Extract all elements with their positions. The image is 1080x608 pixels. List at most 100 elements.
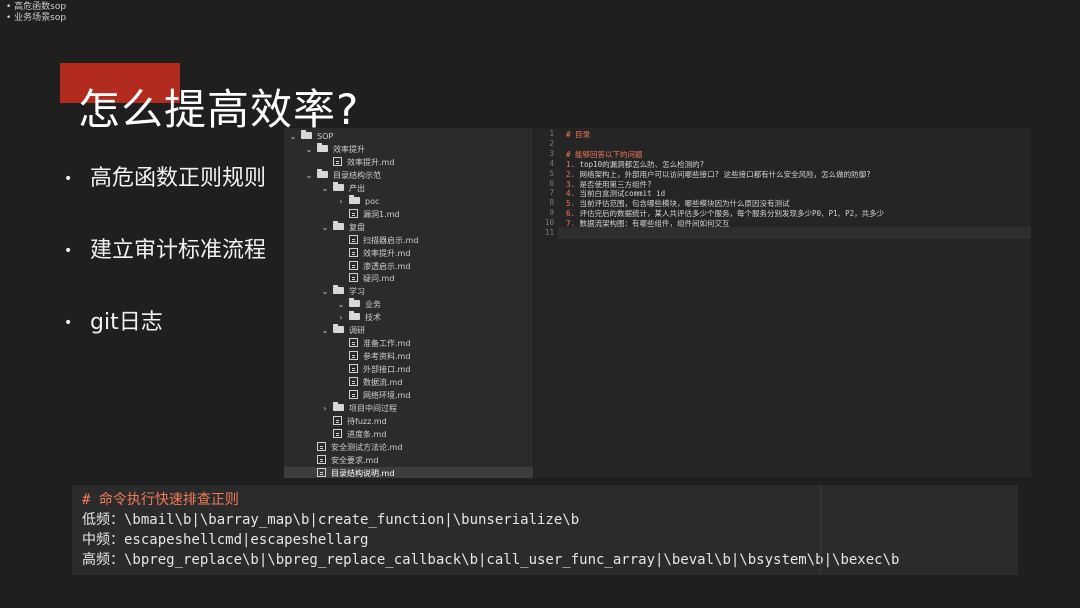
regex-code-block: # 命令执行快速排查正则 低频：\bmail\b|\barray_map\b|c… (72, 485, 1018, 575)
chevron-down-icon[interactable]: ⌄ (288, 130, 298, 143)
tree-file-item[interactable]: 进度条.md (284, 428, 533, 441)
tree-item-label: 待fuzz.md (347, 416, 387, 426)
tree-item-label: 学习 (349, 287, 365, 297)
tree-file-item[interactable]: 待fuzz.md (284, 415, 533, 428)
file-icon (349, 247, 358, 257)
tree-item-label: 效率提升 (333, 144, 365, 154)
bullet-item: • 高危函数正则规则 (64, 160, 266, 192)
line-number-gutter: 1 2 3 4 5 6 7 8 9 10 11 (534, 128, 558, 478)
bullet-text: 建立审计标准流程 (90, 238, 267, 263)
tree-file-item[interactable]: 扫描器启示.md (284, 234, 533, 247)
bullet-dot-icon: • (64, 243, 73, 259)
tree-folder-item[interactable]: › poc (284, 194, 533, 208)
folder-icon (333, 220, 344, 230)
tree-item-label: 安全测试方法论.md (331, 442, 403, 452)
file-icon (317, 454, 326, 464)
bullet-item: • 建立审计标准流程 (64, 232, 266, 264)
line-number: 3 (549, 148, 554, 158)
file-icon (349, 260, 358, 270)
chevron-down-icon[interactable]: ⌄ (320, 221, 330, 234)
tree-file-item[interactable]: 疑问.md (284, 272, 533, 285)
line-number: 11 (544, 228, 554, 237)
tree-item-label: 参考资料.md (363, 352, 411, 362)
tree-file-item[interactable]: 准备工作.md (284, 337, 533, 350)
file-icon (317, 441, 326, 451)
file-icon (317, 467, 326, 477)
tree-item-label: 目录结构说明.md (331, 468, 395, 478)
tree-file-item[interactable]: 渗透启示.md (284, 260, 533, 273)
list-text: 当前白盒测试commit id (575, 189, 666, 199)
line-number: 8 (549, 198, 554, 208)
tree-item-label: 安全要求.md (331, 455, 379, 465)
file-icon (349, 351, 358, 361)
list-text: 评估完后的数据统计，某人共评估多少个服务，每个服务分别发现多少P0、P1、P2，… (575, 209, 885, 219)
tree-folder-item[interactable]: ⌄ 效率提升 (284, 142, 533, 156)
chevron-down-icon[interactable]: ⌄ (304, 143, 314, 156)
file-icon (349, 273, 358, 283)
tree-file-item[interactable]: 网络环境.md (284, 389, 533, 402)
tree-file-item[interactable]: 参考资料.md (284, 350, 533, 363)
tree-item-label: 数据流.md (363, 378, 403, 388)
tree-folder-item[interactable]: ⌄ 学习 (284, 285, 533, 298)
tree-item-label: 进度条.md (347, 429, 387, 439)
file-icon (349, 377, 358, 387)
speaker-notes: 高危函数sop 业务场景sop (6, 2, 66, 24)
code-line: 7. 数据流架构图：有哪些组件，组件间如何交互 (566, 218, 730, 229)
line-number: 1 (549, 129, 554, 138)
chevron-down-icon[interactable]: ⌄ (336, 298, 346, 311)
file-icon (333, 428, 342, 438)
chevron-right-icon[interactable]: › (336, 195, 346, 208)
chevron-down-icon[interactable]: ⌄ (320, 182, 330, 195)
tree-file-item[interactable]: 效率提升.md (284, 247, 533, 260)
tree-folder-item[interactable]: ⌄ SOP (284, 130, 533, 143)
file-icon (349, 234, 358, 244)
tree-folder-item[interactable]: ⌄ 产出 (284, 181, 533, 195)
list-text: 当前评估范围，包含哪些模块，哪些模块因为什么原因没有测试 (575, 199, 790, 209)
folder-icon (349, 194, 360, 204)
tree-folder-item[interactable]: ⌄ 调研 (284, 324, 533, 337)
tree-file-item[interactable]: 外部接口.md (284, 363, 533, 376)
folder-icon (349, 298, 360, 308)
tree-file-item[interactable]: 目录结构说明.md (284, 466, 533, 478)
tree-file-item[interactable]: 漏洞1.md (284, 208, 533, 221)
chevron-down-icon[interactable]: ⌄ (320, 324, 330, 337)
list-text: top10的漏洞都怎么防、怎么检测的? (575, 159, 705, 169)
tree-item-label: 漏洞1.md (363, 209, 400, 219)
tree-item-label: 项目中间过程 (349, 403, 397, 413)
list-number: 7. (566, 219, 576, 229)
folder-icon (301, 130, 312, 139)
file-icon (349, 390, 358, 399)
markdown-heading: # 目录 (566, 130, 591, 139)
chevron-down-icon[interactable]: ⌄ (320, 285, 330, 298)
folder-icon (333, 181, 344, 191)
tree-file-item[interactable]: 安全要求.md (284, 454, 533, 467)
chevron-right-icon[interactable]: › (336, 311, 346, 324)
low-frequency-regex: 低频：\bmail\b|\barray_map\b|create_functio… (82, 512, 580, 528)
mid-frequency-regex: 中频：escapeshellcmd|escapeshellarg (82, 532, 369, 548)
tree-item-label: 扫描器启示.md (363, 235, 419, 245)
bullet-dot-icon: • (64, 315, 73, 331)
file-icon (349, 338, 358, 348)
folder-icon (333, 285, 344, 295)
list-text: 网络架构上，外部用户可以访问哪些接口? 这些接口都有什么安全风险，怎么做的防御? (575, 169, 871, 179)
tree-folder-item[interactable]: › 项目中间过程 (284, 401, 533, 415)
tree-folder-item[interactable]: › 技术 (284, 311, 533, 324)
list-text: 数据流架构图：有哪些组件，组件间如何交互 (575, 219, 730, 229)
tree-file-item[interactable]: 数据流.md (284, 376, 533, 389)
tree-folder-item[interactable]: ⌄ 业务 (284, 298, 533, 311)
chevron-down-icon[interactable]: ⌄ (304, 169, 314, 182)
bullet-text: 高危函数正则规则 (90, 166, 267, 191)
tree-item-label: 准备工作.md (363, 339, 411, 349)
tree-file-item[interactable]: 效率提升.md (284, 156, 533, 169)
chevron-right-icon[interactable]: › (320, 402, 330, 415)
tree-item-label: 业务 (365, 300, 381, 310)
tree-item-label: 网络环境.md (363, 391, 411, 400)
tree-file-item[interactable]: 安全测试方法论.md (284, 441, 533, 454)
tree-folder-item[interactable]: ⌄ 目录结构示范 (284, 168, 533, 182)
tree-folder-item[interactable]: ⌄ 复盘 (284, 220, 533, 234)
tree-item-label: 技术 (365, 313, 381, 323)
tree-item-label: 外部接口.md (363, 365, 411, 375)
list-number: 3. (566, 179, 576, 189)
folder-icon (333, 401, 344, 411)
markdown-editor[interactable]: 1 2 3 4 5 6 7 8 9 10 11 # 目录 # 能够回答以下的问题 1. top10的漏洞… (534, 128, 1031, 478)
